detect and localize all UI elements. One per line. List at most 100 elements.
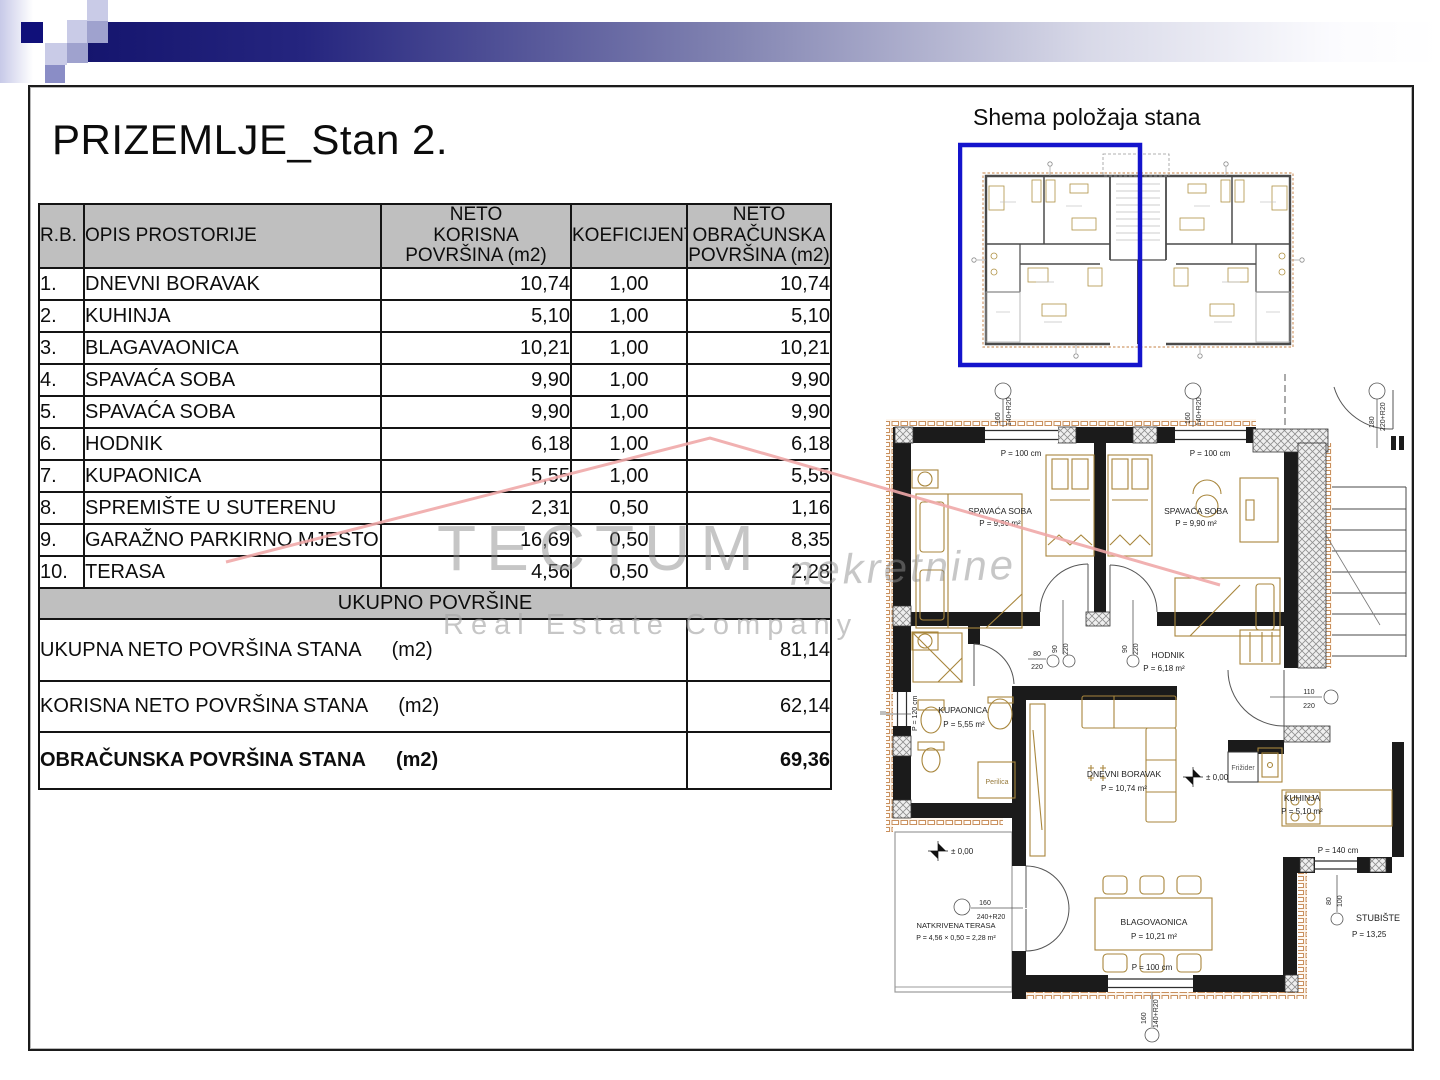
room-name: HODNIK [84, 428, 381, 460]
schema-location-title: Shema položaja stana [973, 104, 1201, 131]
washer-label: Perilica [986, 779, 1009, 786]
table-row: 7.KUPAONICA5,551,005,55 [39, 460, 831, 492]
room-name: GARAŽNO PARKIRNO MJESTO [84, 524, 381, 556]
koef-value: 1,00 [571, 396, 687, 428]
table-row: 8.SPREMIŠTE U SUTERENU2,310,501,16 [39, 492, 831, 524]
header-rb: R.B. [39, 204, 84, 268]
svg-text:± 0,00: ± 0,00 [951, 847, 974, 856]
obr-value: 5,10 [687, 300, 831, 332]
neto-value: 16,69 [381, 524, 571, 556]
window-label: P = 100 cm [1190, 449, 1231, 458]
summary-unit: (m2) [398, 695, 439, 717]
neto-value: 9,90 [381, 364, 571, 396]
window-label: P = 120 cm [912, 695, 919, 731]
deco-square-mid-2 [67, 43, 88, 63]
neto-value: 6,18 [381, 428, 571, 460]
svg-text:240+R20: 240+R20 [977, 914, 1006, 921]
deco-square-light-2 [87, 0, 108, 21]
table-row: 6.HODNIK6,181,006,18 [39, 428, 831, 460]
bathroom-label: KUPAONICA [938, 705, 988, 715]
neto-value: 10,74 [381, 268, 571, 300]
obr-value: 1,16 [687, 492, 831, 524]
svg-text:P = 4,56 × 0,50 = 2,28 m²: P = 4,56 × 0,50 = 2,28 m² [916, 935, 996, 942]
svg-text:P = 5,10 m²: P = 5,10 m² [1281, 807, 1323, 816]
window-label: P = 100 cm [1132, 963, 1173, 972]
summary-unit: (m2) [392, 639, 433, 661]
koef-value: 0,50 [571, 492, 687, 524]
row-num: 7. [39, 460, 84, 492]
row-num: 10. [39, 556, 84, 588]
summary-row-korisna-neto: KORISNA NETO POVRŠINA STANA (m2) 62,14 [39, 681, 831, 732]
room-name: DNEVNI BORAVAK [84, 268, 381, 300]
svg-text:P = 13,25: P = 13,25 [1352, 930, 1387, 939]
floor-plan: 160 140+R20 160 140+R20 180 220+R20 100 … [880, 372, 1414, 1062]
summary-row-obracunska: OBRAČUNSKA POVRŠINA STANA(m2) 69,36 [39, 732, 831, 789]
header-koeficijent: KOEFICIJENT [571, 204, 687, 268]
svg-text:160: 160 [1185, 412, 1192, 424]
deco-square-mid-1 [87, 21, 108, 43]
area-table: R.B. OPIS PROSTORIJE NETO KORISNA POVRŠI… [38, 203, 832, 790]
deco-square-mid-3 [45, 65, 65, 83]
row-num: 3. [39, 332, 84, 364]
obr-value: 9,90 [687, 396, 831, 428]
room-name: KUPAONICA [84, 460, 381, 492]
row-num: 1. [39, 268, 84, 300]
room-name: SPREMIŠTE U SUTERENU [84, 492, 381, 524]
bedroom1-label: SPAVAĆA SOBA [968, 506, 1032, 516]
svg-text:± 0,00: ± 0,00 [1206, 773, 1229, 782]
room-name: SPAVAĆA SOBA [84, 396, 381, 428]
living-label: DNEVNI BORAVAK [1087, 769, 1162, 779]
neto-value: 2,31 [381, 492, 571, 524]
svg-text:140+R20: 140+R20 [1196, 397, 1203, 426]
koef-value: 1,00 [571, 364, 687, 396]
summary-value: 62,14 [687, 681, 831, 732]
staircase-label: STUBIŠTE [1356, 913, 1400, 923]
neto-value: 9,90 [381, 396, 571, 428]
svg-text:P = 10,74 m²: P = 10,74 m² [1101, 784, 1147, 793]
obr-value: 8,35 [687, 524, 831, 556]
svg-text:160: 160 [1141, 1012, 1148, 1024]
row-num: 2. [39, 300, 84, 332]
staircase-steps [1332, 487, 1406, 657]
svg-text:100: 100 [1337, 895, 1344, 907]
neto-value: 10,21 [381, 332, 571, 364]
row-num: 6. [39, 428, 84, 460]
window-label: P = 100 cm [1001, 449, 1042, 458]
svg-text:110: 110 [1303, 689, 1314, 696]
deco-square-light-3 [45, 43, 67, 65]
apartment-location-schema [958, 140, 1318, 370]
svg-text:220: 220 [1303, 703, 1315, 710]
deco-square-light-1 [67, 20, 88, 43]
row-num: 9. [39, 524, 84, 556]
svg-text:220: 220 [1133, 643, 1140, 655]
koef-value: 1,00 [571, 460, 687, 492]
summary-label: KORISNA NETO POVRŠINA STANA [40, 695, 368, 717]
koef-value: 0,50 [571, 524, 687, 556]
svg-text:P = 9,90 m²: P = 9,90 m² [1175, 519, 1217, 528]
bedroom2-label: SPAVAĆA SOBA [1164, 506, 1228, 516]
svg-text:P = 9,90 m²: P = 9,90 m² [979, 519, 1021, 528]
row-num: 5. [39, 396, 84, 428]
table-row: 9.GARAŽNO PARKIRNO MJESTO16,690,508,35 [39, 524, 831, 556]
koef-value: 1,00 [571, 300, 687, 332]
dining-label: BLAGOVAONICA [1121, 917, 1188, 927]
svg-text:140+R20: 140+R20 [1006, 397, 1013, 426]
page-title: PRIZEMLJE_Stan 2. [52, 116, 448, 164]
svg-text:90: 90 [1122, 645, 1129, 653]
summary-value: 69,36 [687, 732, 831, 789]
header-opis: OPIS PROSTORIJE [84, 204, 381, 268]
room-name: SPAVAĆA SOBA [84, 364, 381, 396]
neto-value: 5,10 [381, 300, 571, 332]
svg-text:90: 90 [1052, 645, 1059, 653]
svg-text:160: 160 [979, 900, 991, 907]
svg-text:P = 6,18 m²: P = 6,18 m² [1143, 664, 1185, 673]
room-name: KUHINJA [84, 300, 381, 332]
header-banner-bar [87, 22, 1440, 62]
obr-value: 6,18 [687, 428, 831, 460]
svg-text:P = 10,21 m²: P = 10,21 m² [1131, 932, 1177, 941]
koef-value: 1,00 [571, 428, 687, 460]
terrace-label: NATKRIVENA TERASA [917, 921, 996, 930]
neto-value: 4,56 [381, 556, 571, 588]
svg-text:220+R20: 220+R20 [1380, 402, 1387, 431]
table-row: 1.DNEVNI BORAVAK10,741,0010,74 [39, 268, 831, 300]
